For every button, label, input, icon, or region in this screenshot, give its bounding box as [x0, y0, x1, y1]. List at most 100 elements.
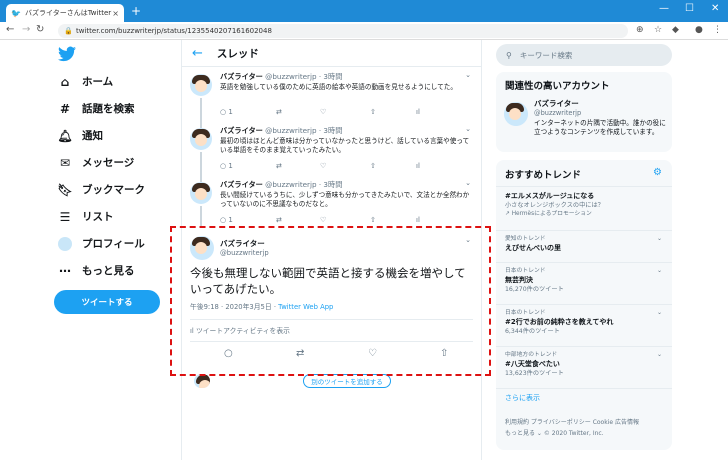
chevron-down-icon[interactable]: ⌄ — [657, 351, 662, 358]
avatar[interactable] — [190, 128, 212, 150]
sidebar-item-messages[interactable]: ✉ メッセージ — [58, 155, 134, 170]
tweet[interactable]: バズライター @buzzwriterjp · 3時間 ⌄ 長い間続けているうちに… — [182, 178, 481, 228]
reply-icon[interactable]: ○ 1 — [220, 216, 233, 224]
tweet-text: 英語を勉強している僕のために英語の絵本や英語の動画を見せるようにしてた。 — [220, 83, 457, 91]
trend-footer: さらに表示 — [496, 388, 672, 408]
extension-icon[interactable]: ⊕ — [636, 25, 644, 35]
tweet-header: バズライター @buzzwriterjp · 3時間 — [220, 126, 342, 136]
trend-sub: 小さなオレンジボックスの中には？ — [505, 202, 604, 209]
sidebar-item-more[interactable]: ⋯ もっと見る — [58, 263, 135, 278]
twitter-favicon-icon: 🐦 — [11, 8, 21, 18]
share-icon[interactable]: ⇧ — [440, 348, 448, 359]
back-arrow-icon[interactable]: ← — [6, 24, 14, 35]
maximize-icon[interactable]: ☐ — [685, 3, 694, 14]
chevron-down-icon[interactable]: ⌄ — [657, 267, 662, 274]
retweet-icon[interactable]: ⇄ — [276, 216, 282, 224]
sidebar-item-profile[interactable]: プロフィール — [58, 236, 145, 251]
avatar[interactable] — [190, 236, 214, 260]
bookmark-icon: 🔖︎ — [57, 182, 73, 197]
tweet-author-name[interactable]: バズライター — [220, 238, 265, 249]
trend-item[interactable]: 日本のトレンド #2行でお前の純粋さを教えてやれ 6,344件のツイート ⌄ — [496, 304, 672, 340]
promoted-icon: ↗ — [505, 211, 512, 217]
puzzle-icon[interactable]: ◆ — [672, 25, 679, 35]
chevron-down-icon[interactable]: ⌄ — [465, 71, 471, 79]
like-icon[interactable]: ♡ — [320, 162, 326, 170]
sidebar-item-notifications[interactable]: 🔔︎ 通知 — [57, 128, 103, 143]
tweet-author-name[interactable]: バズライター — [220, 126, 263, 135]
tweet-activity-label: ツイートアクティビティを表示 — [195, 327, 290, 335]
avatar — [194, 374, 210, 388]
reload-icon[interactable]: ↻ — [36, 24, 44, 35]
url-input[interactable]: 🔒 twitter.com/buzzwriterjp/status/123554… — [58, 24, 628, 38]
card-title: おすすめトレンド — [505, 170, 582, 181]
sidebar-item-explore[interactable]: # 話題を検索 — [58, 101, 135, 116]
retweet-icon[interactable]: ⇄ — [296, 348, 304, 359]
add-another-tweet-button[interactable]: 別のツイートを追加する — [303, 374, 391, 388]
forward-arrow-icon[interactable]: → — [22, 24, 30, 35]
back-arrow-icon[interactable]: ← — [192, 46, 203, 61]
chevron-down-icon[interactable]: ⌄ — [657, 235, 662, 242]
sidebar-item-home[interactable]: ⌂ ホーム — [58, 74, 113, 89]
footer-line-1[interactable]: 利用規約 プライバシーポリシー Cookie 広告情報 — [505, 417, 675, 428]
analytics-icon[interactable]: ıl — [416, 108, 420, 116]
share-icon[interactable]: ⇧ — [370, 108, 376, 116]
tweet-time[interactable]: 午後9:18 · 2020年3月5日 · — [190, 303, 278, 311]
gear-icon[interactable]: ⚙ — [653, 167, 662, 178]
chevron-down-icon[interactable]: ⌄ — [657, 309, 662, 316]
reply-icon[interactable]: ○ 1 — [220, 162, 233, 170]
avatar[interactable] — [190, 182, 212, 204]
tweet-source-link[interactable]: Twitter Web App — [278, 303, 333, 311]
new-tab-button[interactable]: + — [131, 4, 141, 18]
trend-item[interactable]: 中部地方のトレンド #八天堂食べたい 13,623件のツイート ⌄ — [496, 346, 672, 382]
trend-name: #エルメスがルージュになる — [505, 192, 595, 200]
retweet-icon[interactable]: ⇄ — [276, 162, 282, 170]
like-icon[interactable]: ♡ — [320, 216, 326, 224]
share-icon[interactable]: ⇧ — [370, 216, 376, 224]
tweet[interactable]: バズライター @buzzwriterjp · 3時間 ⌄ 英語を勉強している僕の… — [182, 70, 481, 124]
reply-icon[interactable]: ○ 1 — [220, 108, 233, 116]
footer-line-2[interactable]: もっと見る ⌄ © 2020 Twitter, Inc. — [505, 428, 675, 439]
retweet-icon[interactable]: ⇄ — [276, 108, 282, 116]
account-bio: インターネットの片隅で活動中。誰かの役に立つようなコンテンツを作成しています。 — [534, 119, 666, 136]
analytics-icon[interactable]: ıl — [416, 162, 420, 170]
tweet-handle: @buzzwriterjp · 3時間 — [265, 180, 343, 189]
tweet-activity-link[interactable]: ıl ツイートアクティビティを表示 — [190, 325, 290, 335]
chevron-down-icon[interactable]: ⌄ — [465, 125, 471, 133]
menu-icon[interactable]: ⋮ — [713, 25, 722, 35]
thread-connector — [200, 98, 202, 124]
profile-icon[interactable]: ● — [695, 25, 703, 35]
trend-promoted[interactable]: #エルメスがルージュになる 小さなオレンジボックスの中には？ ↗ Hermèsに… — [496, 186, 672, 222]
chevron-down-icon[interactable]: ⌄ — [465, 179, 471, 187]
reply-icon[interactable]: ○ — [224, 348, 233, 359]
star-icon[interactable]: ☆ — [654, 25, 662, 35]
twitter-logo-icon[interactable] — [58, 46, 76, 67]
trend-item[interactable]: 愛知のトレンド えびせんべいの里 ⌄ — [496, 230, 672, 257]
tweet[interactable]: バズライター @buzzwriterjp · 3時間 ⌄ 最初の頃はほとんど意味… — [182, 124, 481, 178]
chevron-down-icon[interactable]: ⌄ — [465, 236, 471, 244]
analytics-icon[interactable]: ıl — [416, 216, 420, 224]
avatar[interactable] — [190, 74, 212, 96]
show-more-link[interactable]: さらに表示 — [505, 393, 540, 403]
tab-close-icon[interactable]: × — [112, 9, 119, 18]
trend-name: えびせんべいの里 — [505, 244, 561, 252]
lock-icon: 🔒 — [64, 27, 73, 35]
sidebar-item-bookmarks[interactable]: 🔖︎ ブックマーク — [57, 182, 145, 197]
home-icon: ⌂ — [60, 74, 70, 89]
tweet-author-name[interactable]: バズライター — [220, 180, 263, 189]
account-name[interactable]: バズライター — [534, 98, 579, 109]
like-icon[interactable]: ♡ — [368, 348, 377, 359]
footer-links: 利用規約 プライバシーポリシー Cookie 広告情報 もっと見る ⌄ © 20… — [505, 417, 675, 439]
search-input[interactable]: ⚲ キーワード検索 — [496, 44, 672, 66]
tweet-button[interactable]: ツイートする — [54, 290, 160, 314]
tweet-handle[interactable]: @buzzwriterjp — [220, 249, 269, 257]
sidebar-item-lists[interactable]: ☰ リスト — [58, 209, 114, 224]
like-icon[interactable]: ♡ — [320, 108, 326, 116]
minimize-icon[interactable]: — — [659, 3, 669, 14]
trend-count: 13,623件のツイート — [505, 370, 564, 377]
close-window-icon[interactable]: ✕ — [711, 3, 719, 14]
avatar[interactable] — [504, 102, 528, 126]
share-icon[interactable]: ⇧ — [370, 162, 376, 170]
browser-tab[interactable]: 🐦 バズライターさんはTwitterを使ってい × — [6, 4, 124, 22]
trend-item[interactable]: 日本のトレンド 無芸判決 16,270件のツイート ⌄ — [496, 262, 672, 298]
tweet-author-name[interactable]: バズライター — [220, 72, 263, 81]
